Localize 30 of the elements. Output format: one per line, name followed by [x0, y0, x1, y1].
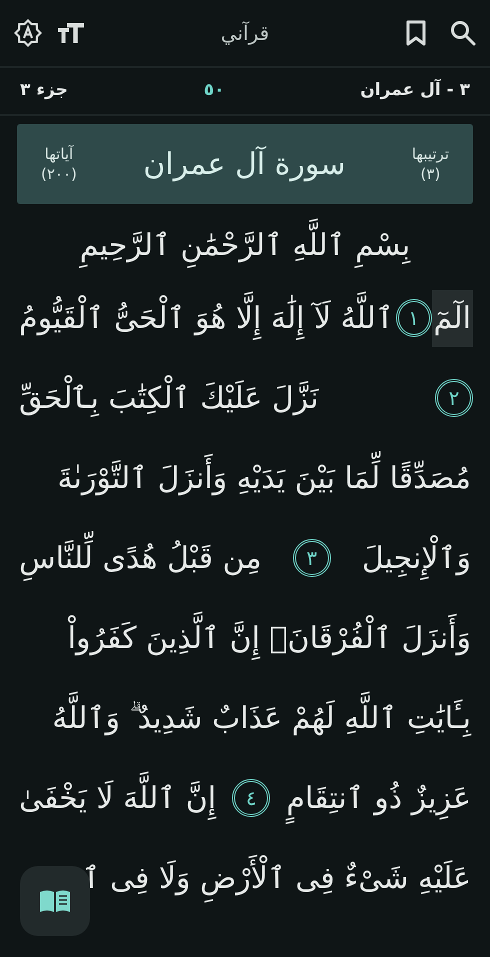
bookmark-icon[interactable] [406, 20, 426, 46]
verse-text: عَزِيزٌ ذُو ٱنتِقَامٍ [284, 770, 473, 826]
open-book-icon [39, 889, 71, 913]
surah-title: سورة آل عمران [143, 145, 346, 184]
verse-text: إِنَّ ٱللَّهَ لَا يَخْفَىٰ [17, 770, 218, 826]
verse-text: مُصَدِّقًا لِّمَا بَيْنَ يَدَيْهِ وَأَنزَلَ ٱلتَّوْرَىٰةَ [55, 450, 473, 506]
order-number: (٣) [420, 164, 440, 184]
brightness-auto-icon[interactable] [14, 19, 42, 47]
bismillah-text: بِسْمِ ٱللَّهِ ٱلرَّحْمَٰنِ ٱلرَّحِيمِ [72, 215, 418, 276]
verse-text: مِن قَبْلُ هُدًى لِّلنَّاسِ [17, 530, 264, 586]
verse-end-marker: ٣ [292, 539, 331, 577]
verse-text: ٱللَّهُ لَآ إِلَٰهَ إِلَّا هُوَ ٱلْحَىُّ ٱلْقَيُّومُ [17, 290, 396, 346]
app-title: قرآني [220, 20, 270, 47]
verse-text: وَٱلْإِنجِيلَ [360, 530, 473, 586]
search-icon[interactable] [450, 20, 476, 46]
verses-count: (٢٠٠) [41, 164, 77, 184]
verse-end-marker: ٤ [232, 779, 270, 817]
verse-text: وَأَنزَلَ ٱلْفُرْقَانَۗ إِنَّ ٱلَّذِينَ كَفَرُواْ [66, 610, 473, 666]
verse-text: عَلَيْهِ شَىْءٌ فِى ٱلْأَرْضِ وَلَا فِى ٱ [80, 850, 473, 906]
text-size-icon[interactable] [58, 22, 84, 44]
juz-number: جزء ٣ [20, 79, 68, 102]
verse-end-marker: ٢ [435, 379, 473, 417]
verse-text: نَزَّلَ عَلَيْكَ ٱلْكِتَٰبَ بِٱلْحَقِّ [17, 370, 321, 426]
surah-name: ٣ - آل عمران [360, 78, 470, 102]
page-number: ٥٠ [204, 79, 224, 102]
verse-text: بِـَٔايَٰتِ ٱللَّهِ لَهُمْ عَذَابٌ شَدِيدٌ ۗ وَٱللَّهُ [50, 690, 473, 746]
verse-text: الٓمٓ [432, 290, 473, 346]
verse-end-marker: ١ [396, 299, 432, 337]
order-label: ترتيبها [412, 144, 449, 164]
verses-label: آياتها [44, 144, 74, 164]
